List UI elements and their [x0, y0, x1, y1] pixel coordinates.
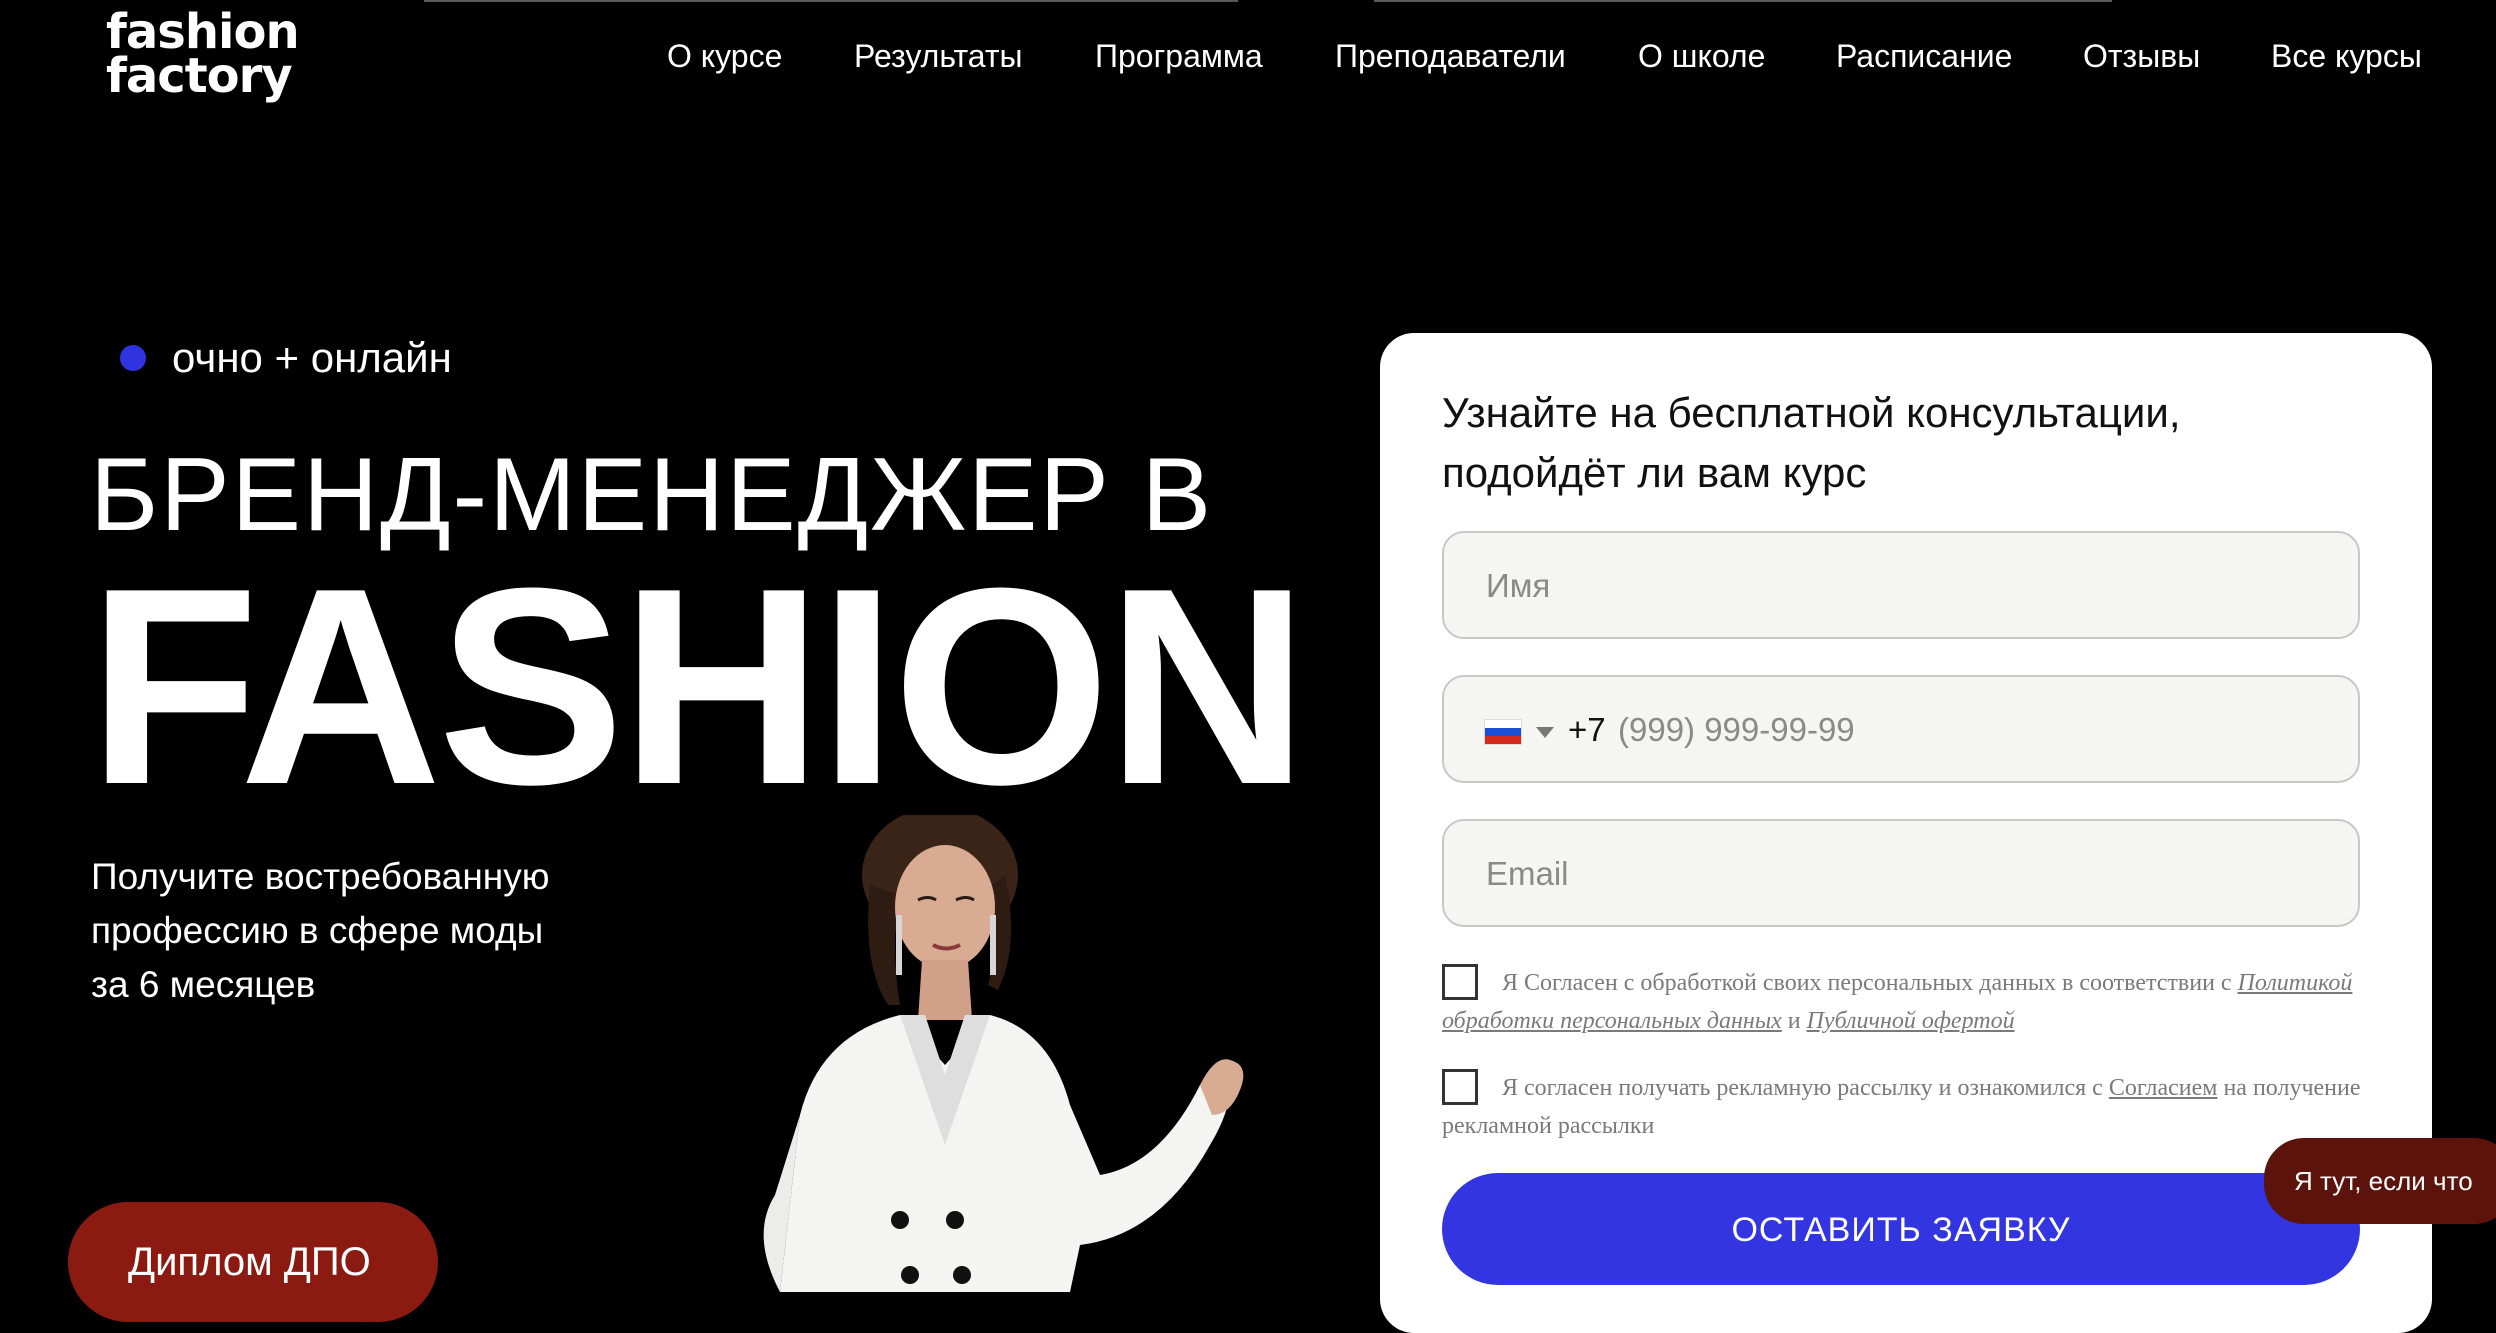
russia-flag-icon[interactable]	[1484, 719, 1522, 745]
consent-personal-data-checkbox[interactable]	[1442, 964, 1478, 1000]
nav-item-results[interactable]: Результаты	[854, 38, 1023, 75]
chevron-down-icon[interactable]	[1536, 727, 1554, 738]
chat-widget-label: Я тут, если что	[2294, 1166, 2473, 1196]
hero-subtitle-line-1: Получите востребованную	[91, 856, 550, 897]
chat-widget-button[interactable]: Я тут, если что	[2264, 1138, 2496, 1224]
format-tag: очно + онлайн	[120, 334, 452, 382]
form-title: Узнайте на бесплатной консультации, подо…	[1442, 389, 2181, 496]
main-nav: О курсе Результаты Программа Преподавате…	[0, 38, 2496, 88]
hero-subtitle-line-3: за 6 месяцев	[91, 964, 316, 1005]
diploma-badge-label: Диплом ДПО	[128, 1240, 371, 1284]
consent-advertising-text: Я согласен получать рекламную рассылку и…	[1442, 1069, 2372, 1145]
nav-item-about-school[interactable]: О школе	[1638, 38, 1765, 75]
phone-field[interactable]: +7	[1442, 675, 2360, 783]
advertising-consent-link[interactable]: Согласием	[2109, 1075, 2218, 1101]
hero-subtitle: Получите востребованную профессию в сфер…	[91, 850, 651, 1012]
phone-prefix: +7	[1568, 711, 1606, 748]
email-field[interactable]	[1442, 819, 2360, 927]
consent-advertising: Я согласен получать рекламную рассылку и…	[1442, 1069, 2372, 1145]
consent-advertising-label: Я согласен получать рекламную рассылку и…	[1502, 1075, 2103, 1101]
consent-personal-data-text: Я Согласен с обработкой своих персональн…	[1442, 964, 2372, 1040]
name-field[interactable]	[1442, 531, 2360, 639]
scroll-indicator-left	[424, 0, 1238, 2]
submit-button[interactable]: ОСТАВИТЬ ЗАЯВКУ	[1442, 1173, 2360, 1285]
scroll-indicator-right	[1374, 0, 2112, 2]
nav-item-teachers[interactable]: Преподаватели	[1335, 38, 1566, 75]
phone-input[interactable]	[1616, 677, 2320, 783]
name-input[interactable]	[1484, 533, 2328, 639]
status-dot-icon	[120, 345, 146, 371]
nav-item-schedule[interactable]: Расписание	[1836, 38, 2012, 75]
hero-subtitle-line-2: профессию в сфере моды	[91, 910, 544, 951]
nav-item-program[interactable]: Программа	[1095, 38, 1263, 75]
consent-personal-data-label: Я Согласен с обработкой своих персональн…	[1502, 970, 2232, 996]
model-photo	[763, 815, 1244, 1292]
hero-title-line-2: FASHION	[88, 531, 1309, 843]
consent-and-label: и	[1787, 1008, 1801, 1034]
consent-personal-data: Я Согласен с обработкой своих персональн…	[1442, 964, 2372, 1040]
nav-item-reviews[interactable]: Отзывы	[2083, 38, 2200, 75]
consent-advertising-checkbox[interactable]	[1442, 1069, 1478, 1105]
nav-item-all-courses[interactable]: Все курсы	[2271, 38, 2422, 75]
diploma-badge: Диплом ДПО	[68, 1202, 438, 1322]
nav-item-about-course[interactable]: О курсе	[667, 38, 782, 75]
format-tag-label: очно + онлайн	[172, 334, 452, 381]
public-offer-link[interactable]: Публичной офертой	[1807, 1008, 2015, 1034]
email-input[interactable]	[1484, 821, 2328, 927]
submit-button-label: ОСТАВИТЬ ЗАЯВКУ	[1731, 1211, 2071, 1249]
